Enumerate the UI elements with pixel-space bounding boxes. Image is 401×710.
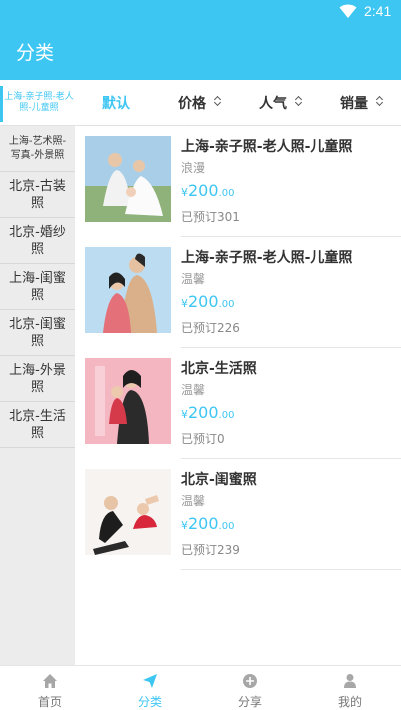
sort-toggle-icon bbox=[214, 96, 222, 106]
tab-mine[interactable]: 我的 bbox=[300, 666, 400, 710]
status-time: 2:41 bbox=[364, 3, 392, 19]
product-price: ¥200.00 bbox=[181, 403, 235, 422]
app-bar: 分类 bbox=[0, 24, 401, 80]
tab-label: 分类 bbox=[137, 695, 162, 709]
product-title: 上海-亲子照-老人照-儿童照 bbox=[181, 250, 353, 266]
sort-toggle-icon bbox=[295, 96, 303, 106]
divider bbox=[181, 569, 401, 570]
sidebar-item-beijing-life[interactable]: 北京-生活照 bbox=[0, 402, 75, 448]
page-title: 分类 bbox=[16, 42, 55, 64]
product-thumbnail bbox=[85, 136, 171, 222]
product-card[interactable]: 北京-生活照 温馨 ¥200.00 已预订0 bbox=[75, 348, 401, 459]
product-booked-count: 已预订239 bbox=[181, 543, 240, 557]
product-price: ¥200.00 bbox=[181, 514, 235, 533]
product-thumbnail bbox=[85, 247, 171, 333]
sidebar-item-shanghai-outdoor[interactable]: 上海-外景照 bbox=[0, 356, 75, 402]
send-icon bbox=[143, 674, 157, 688]
filter-bar: 上海-亲子照-老人照-儿童照 默认 价格 人气 销量 bbox=[0, 80, 401, 126]
product-price: ¥200.00 bbox=[181, 292, 235, 311]
product-list: 上海-亲子照-老人照-儿童照 浪漫 ¥200.00 已预订301 上海-亲子照-… bbox=[75, 126, 401, 665]
home-icon bbox=[43, 674, 57, 688]
tab-label: 我的 bbox=[337, 695, 362, 709]
sort-price-button[interactable]: 价格 bbox=[178, 93, 206, 113]
tab-share[interactable]: 分享 bbox=[200, 666, 300, 710]
product-card[interactable]: 北京-闺蜜照 温馨 ¥200.00 已预订239 bbox=[75, 459, 401, 570]
sort-popularity-button[interactable]: 人气 bbox=[259, 93, 287, 113]
share-icon bbox=[243, 674, 257, 688]
product-title: 北京-生活照 bbox=[181, 361, 257, 377]
tab-label: 分享 bbox=[237, 695, 262, 709]
tab-home[interactable]: 首页 bbox=[0, 666, 100, 710]
product-price: ¥200.00 bbox=[181, 181, 235, 200]
product-style: 浪漫 bbox=[181, 161, 206, 175]
sidebar-item-beijing-wedding[interactable]: 北京-婚纱照 bbox=[0, 218, 75, 264]
product-style: 温馨 bbox=[181, 383, 206, 397]
product-thumbnail bbox=[85, 469, 171, 555]
product-style: 温馨 bbox=[181, 272, 206, 286]
tab-label: 首页 bbox=[37, 695, 62, 709]
product-style: 温馨 bbox=[181, 494, 206, 508]
tab-category[interactable]: 分类 bbox=[100, 666, 200, 710]
sidebar-item-beijing-bestie[interactable]: 北京-闺蜜照 bbox=[0, 310, 75, 356]
bottom-tab-bar: 首页 分类 分享 我的 bbox=[0, 665, 401, 710]
sidebar-item-shanghai-art[interactable]: 上海-艺术照-写真-外景照 bbox=[0, 126, 75, 172]
sort-sales-button[interactable]: 销量 bbox=[340, 93, 368, 113]
status-bar: 2:41 bbox=[0, 0, 401, 24]
sort-default-button[interactable]: 默认 bbox=[102, 93, 130, 113]
sort-toggle-icon bbox=[376, 96, 384, 106]
product-booked-count: 已预订226 bbox=[181, 321, 240, 335]
product-booked-count: 已预订0 bbox=[181, 432, 225, 446]
product-card[interactable]: 上海-亲子照-老人照-儿童照 浪漫 ¥200.00 已预订301 bbox=[75, 126, 401, 237]
category-sidebar: 上海-艺术照-写真-外景照 北京-古装照 北京-婚纱照 上海-闺蜜照 北京-闺蜜… bbox=[0, 126, 75, 665]
current-category-tab[interactable]: 上海-亲子照-老人照-儿童照 bbox=[0, 86, 75, 122]
sidebar-item-shanghai-bestie[interactable]: 上海-闺蜜照 bbox=[0, 264, 75, 310]
wifi-icon bbox=[339, 4, 357, 18]
product-title: 北京-闺蜜照 bbox=[181, 472, 257, 488]
product-card[interactable]: 上海-亲子照-老人照-儿童照 温馨 ¥200.00 已预订226 bbox=[75, 237, 401, 348]
product-thumbnail bbox=[85, 358, 171, 444]
sidebar-item-beijing-ancient[interactable]: 北京-古装照 bbox=[0, 172, 75, 218]
product-title: 上海-亲子照-老人照-儿童照 bbox=[181, 139, 353, 155]
user-icon bbox=[344, 674, 356, 688]
product-booked-count: 已预订301 bbox=[181, 210, 240, 224]
